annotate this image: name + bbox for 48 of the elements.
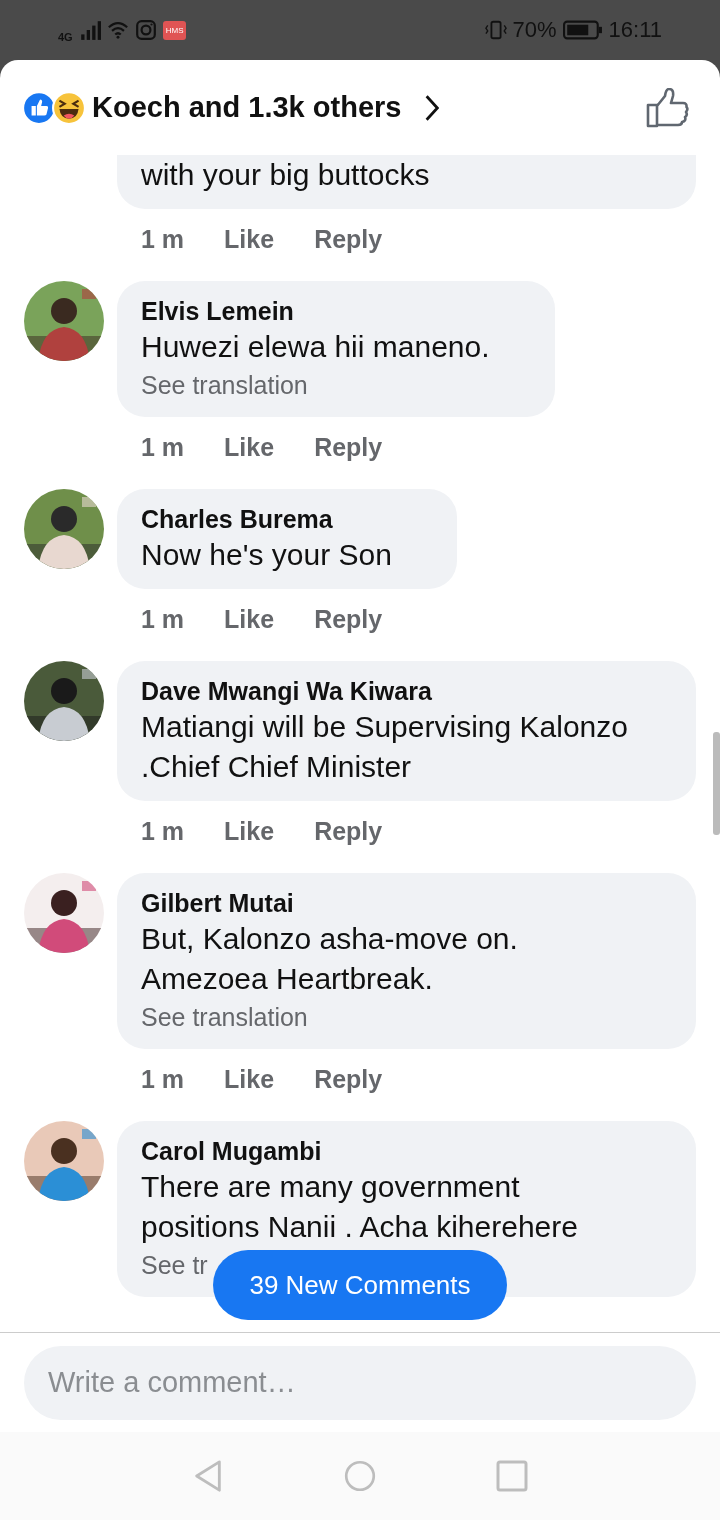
- recents-icon[interactable]: [496, 1459, 528, 1493]
- vibrate-icon: [484, 19, 507, 41]
- commenter-name[interactable]: Dave Mwangi Wa Kiwara: [141, 675, 631, 707]
- comment-field[interactable]: Write a comment…: [24, 1345, 696, 1420]
- commenter-name[interactable]: Gilbert Mutai: [141, 887, 631, 919]
- camera-icon: [134, 19, 157, 41]
- like-link[interactable]: Like: [224, 816, 275, 846]
- chevron-right-icon: [423, 92, 442, 123]
- comment-text: There are many government positions Nanii . Acha kiherehere: [141, 1169, 579, 1245]
- reply-link[interactable]: Reply: [314, 432, 383, 462]
- comment-time: 1 m: [141, 432, 185, 462]
- battery-percent: 70%: [512, 17, 557, 43]
- commenter-name[interactable]: Elvis Lemein: [141, 295, 490, 327]
- network-label: 4G: [58, 31, 73, 43]
- like-link[interactable]: Like: [224, 432, 275, 462]
- see-translation-link[interactable]: See translation: [141, 999, 308, 1035]
- laughing-reaction-icon: [52, 90, 86, 125]
- comment-text: Now he's your Son: [141, 537, 392, 573]
- signal-icon: [78, 19, 101, 41]
- comment-time: 1 m: [141, 604, 185, 634]
- new-comments-button[interactable]: 39 New Comments: [213, 1250, 507, 1320]
- clock: 16:11: [608, 17, 662, 43]
- see-translation-link[interactable]: See translation: [141, 367, 308, 403]
- commenter-name[interactable]: Charles Burema: [141, 503, 392, 535]
- see-translation-link[interactable]: See tr: [141, 1247, 208, 1283]
- reply-link[interactable]: Reply: [314, 224, 383, 254]
- battery-icon: [562, 19, 603, 41]
- like-link[interactable]: Like: [224, 1064, 275, 1094]
- like-reaction-icon: [22, 90, 56, 125]
- comment-time: 1 m: [141, 816, 185, 846]
- like-icon[interactable]: [646, 87, 690, 128]
- like-link[interactable]: Like: [224, 604, 275, 634]
- comment-text: But, Kalonzo asha-move on. Amezoea Heartbreak.: [141, 921, 519, 997]
- like-link[interactable]: Like: [224, 224, 275, 254]
- reactions-link[interactable]: Koech and 1.3k others: [22, 90, 442, 125]
- comment-text: Matiangi will be Supervising Kalonzo .Chief Chief Minister: [141, 709, 629, 785]
- home-icon[interactable]: [344, 1459, 376, 1493]
- comment-time: 1 m: [141, 224, 185, 254]
- comment-text: with your big buttocks: [141, 157, 431, 193]
- comment-text: Huwezi elewa hii maneno.: [141, 329, 490, 365]
- commenter-name[interactable]: Carol Mugambi: [141, 1135, 631, 1167]
- reply-link[interactable]: Reply: [314, 604, 383, 634]
- reply-link[interactable]: Reply: [314, 1064, 383, 1094]
- reply-link[interactable]: Reply: [314, 816, 383, 846]
- back-icon[interactable]: [192, 1459, 224, 1493]
- app-badge: HMS: [162, 20, 187, 40]
- wifi-icon: [106, 19, 129, 41]
- comment-time: 1 m: [141, 1064, 185, 1094]
